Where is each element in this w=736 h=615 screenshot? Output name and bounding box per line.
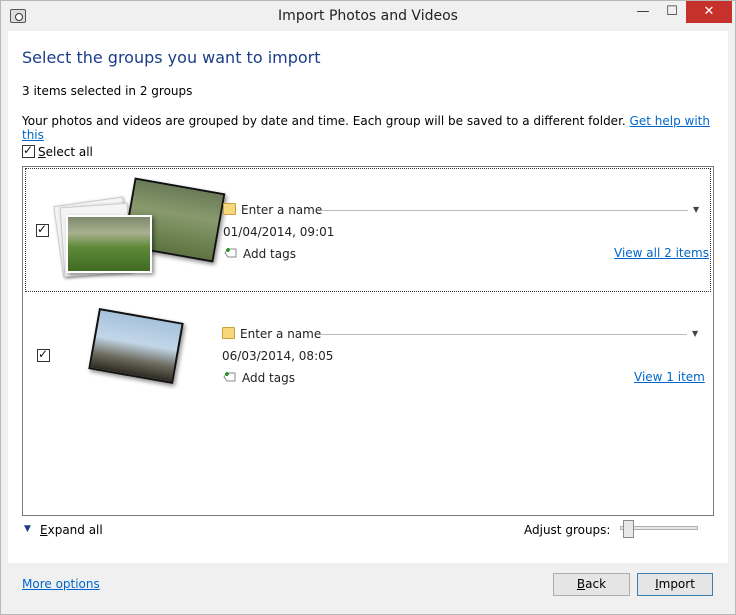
list-item[interactable]: Enter a name ▼ 01/04/2014, 09:01 Add tag… (25, 168, 711, 292)
photo-thumbnail (88, 308, 184, 384)
maximize-button[interactable]: ☐ (658, 1, 686, 23)
back-accesskey: B (576, 577, 586, 591)
name-underline (321, 334, 687, 335)
add-tags-button[interactable]: Add tags (242, 371, 295, 385)
view-items-link[interactable]: View 1 item (634, 370, 705, 384)
chevron-down-icon[interactable]: ▼ (692, 329, 698, 338)
group-date: 06/03/2014, 08:05 (222, 349, 334, 363)
expand-rest: xpand all (47, 523, 103, 537)
chevron-down-icon[interactable]: ▼ (693, 205, 699, 214)
groups-list[interactable]: Enter a name ▼ 01/04/2014, 09:01 Add tag… (22, 166, 714, 516)
selection-info: 3 items selected in 2 groups (22, 84, 193, 98)
back-button[interactable]: Back (553, 573, 630, 596)
group-name-input[interactable]: Enter a name (241, 203, 322, 217)
photo-thumbnail (66, 215, 152, 273)
description-text: Your photos and videos are grouped by da… (22, 114, 728, 142)
select-all-checkbox[interactable] (22, 143, 35, 158)
group-checkbox[interactable] (36, 222, 49, 237)
folder-icon (223, 203, 236, 215)
minimize-button[interactable]: — (628, 1, 658, 23)
folder-icon (222, 327, 235, 339)
adjust-groups-label: Adjust groups: (524, 523, 611, 537)
import-rest: mport (658, 577, 695, 591)
import-button[interactable]: Import (637, 573, 713, 596)
list-item[interactable]: Enter a name ▼ 06/03/2014, 08:05 Add tag… (25, 293, 711, 417)
description-label: Your photos and videos are grouped by da… (22, 114, 626, 128)
more-options-link[interactable]: More options (22, 577, 100, 591)
select-all-rest: elect all (45, 145, 93, 159)
add-tags-button[interactable]: Add tags (243, 247, 296, 261)
group-checkbox[interactable] (37, 347, 50, 362)
expand-chevron-icon[interactable]: ▼ (24, 524, 31, 534)
select-all-label[interactable]: Select all (38, 145, 93, 159)
window-title: Import Photos and Videos (278, 8, 458, 24)
adjust-groups-slider-thumb[interactable] (623, 520, 635, 538)
select-all-accesskey: S (38, 145, 46, 159)
add-tag-icon (223, 372, 236, 382)
name-underline (322, 210, 688, 211)
group-name-input[interactable]: Enter a name (240, 327, 321, 341)
title-bar: Import Photos and Videos — ☐ ✕ (1, 1, 735, 32)
dialog-content: Select the groups you want to import 3 i… (8, 31, 728, 563)
expand-accesskey: E (40, 523, 48, 537)
back-rest: ack (585, 577, 607, 591)
group-date: 01/04/2014, 09:01 (223, 225, 335, 239)
page-title: Select the groups you want to import (22, 48, 321, 67)
expand-all-button[interactable]: Expand all (40, 523, 103, 537)
add-tag-icon (224, 248, 237, 258)
view-items-link[interactable]: View all 2 items (614, 246, 709, 260)
close-button[interactable]: ✕ (686, 1, 732, 23)
